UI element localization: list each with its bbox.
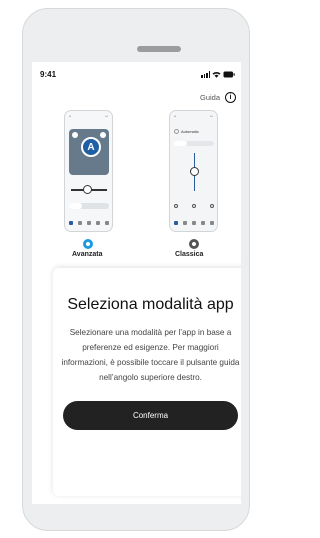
help-button[interactable]: Guida i: [200, 92, 236, 103]
wifi-icon: [212, 71, 221, 78]
advanced-mode-radio[interactable]: [83, 239, 93, 249]
preview-slider-knob: [83, 185, 92, 194]
preview-slider-knob: [190, 167, 199, 176]
mode-selection-dialog: Seleziona modalità app Selezionare una m…: [53, 268, 241, 496]
classic-mode-radio[interactable]: [189, 239, 199, 249]
preview-tabs: [69, 203, 109, 209]
preview-program-label: Automatic: [181, 129, 199, 134]
help-label: Guida: [199, 93, 220, 102]
program-dot-icon: [174, 129, 179, 134]
dialog-description: Selezionare una modalità per l’app in ba…: [61, 328, 240, 382]
preview-program-row: Automatic: [174, 129, 199, 134]
status-icons: [201, 70, 235, 78]
confirm-button[interactable]: Conferma: [63, 401, 238, 430]
advanced-mode-preview[interactable]: ◂ ••• A: [64, 110, 113, 232]
preview-bottom-nav: [174, 221, 214, 225]
classic-mode-preview[interactable]: ◂ ••• Automatic: [169, 110, 218, 232]
app-screen: 9:41 Guida i ◂ ••• A ◂ ••• Automatic Ava…: [32, 62, 241, 504]
preview-header: ◂ •••: [174, 114, 213, 118]
info-icon[interactable]: i: [225, 92, 236, 103]
advanced-mode-label[interactable]: Avanzata: [72, 251, 102, 258]
status-time: 9:41: [40, 70, 57, 79]
dialog-title: Seleziona modalità app: [67, 296, 234, 313]
phone-speaker: [137, 46, 181, 52]
preview-header: ◂ •••: [69, 114, 108, 118]
signal-icon: [201, 70, 210, 78]
battery-icon: [223, 71, 235, 78]
preview-control-icons: [174, 204, 214, 208]
preview-program-panel: A: [69, 129, 109, 175]
preview-dot-icon: [100, 132, 106, 138]
program-a-icon: A: [81, 137, 101, 157]
preview-bottom-nav: [69, 221, 109, 225]
preview-tabs: [174, 141, 214, 146]
preview-dot-icon: [72, 132, 78, 138]
classic-mode-label[interactable]: Classica: [175, 251, 203, 258]
